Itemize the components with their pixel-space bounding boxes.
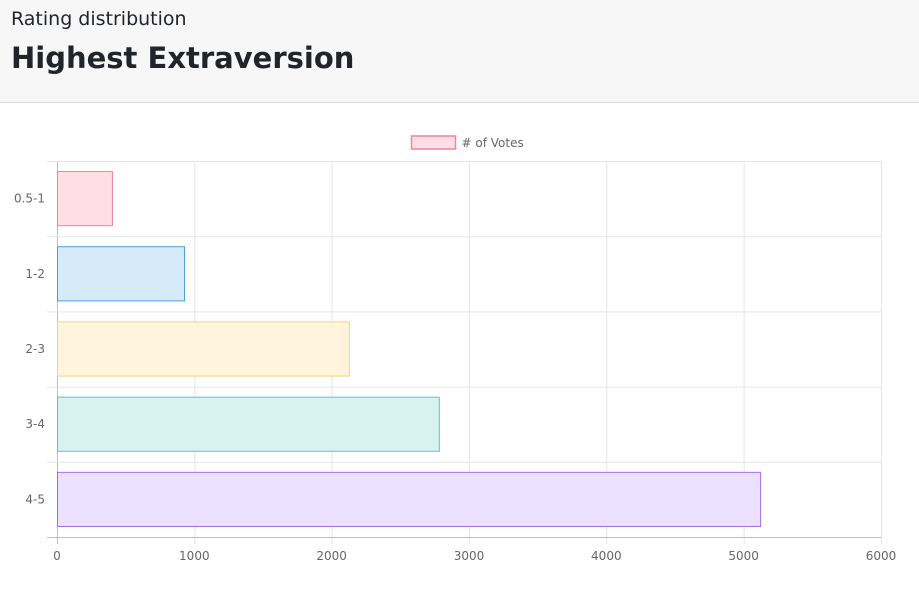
bar-4-5[interactable] xyxy=(57,471,762,527)
bar-3-4[interactable] xyxy=(57,396,440,452)
bar-chart: 0.5-1 1-2 2-3 3-4 4-5 0 1000 2000 3000 4000 5000 6… xyxy=(14,135,896,563)
page-subtitle: Rating distribution xyxy=(11,8,187,30)
x-tick-label: 4000 xyxy=(591,549,622,563)
x-tick-label: 1000 xyxy=(179,549,210,563)
x-tick-label: 6000 xyxy=(866,549,897,563)
legend-swatch xyxy=(410,135,457,150)
y-tick-label: 0.5-1 xyxy=(14,192,45,206)
bar-0.5-1[interactable] xyxy=(57,171,113,227)
bar-1-2[interactable] xyxy=(57,246,186,302)
page-header: Rating distribution Highest Extraversion xyxy=(0,0,919,103)
y-axis-ticks: 0.5-1 1-2 2-3 3-4 4-5 xyxy=(14,192,45,507)
y-tick-label: 4-5 xyxy=(25,492,45,506)
x-tick-label: 0 xyxy=(53,549,61,563)
chart-bars xyxy=(57,171,762,527)
y-tick-label: 2-3 xyxy=(25,342,45,356)
page-title: Highest Extraversion xyxy=(11,41,355,75)
y-tick-label: 3-4 xyxy=(25,417,45,431)
y-tick-label: 1-2 xyxy=(25,267,45,281)
x-tick-label: 3000 xyxy=(454,549,485,563)
legend-label[interactable]: # of Votes xyxy=(462,136,524,150)
chart-legend[interactable]: # of Votes xyxy=(410,135,524,150)
x-tick-label: 5000 xyxy=(728,549,759,563)
bar-2-3[interactable] xyxy=(57,321,350,377)
x-tick-label: 2000 xyxy=(316,549,347,563)
x-axis-ticks: 0 1000 2000 3000 4000 5000 6000 xyxy=(53,549,896,563)
chart-container: 0.5-1 1-2 2-3 3-4 4-5 0 1000 2000 3000 4000 5000 6… xyxy=(0,104,919,591)
